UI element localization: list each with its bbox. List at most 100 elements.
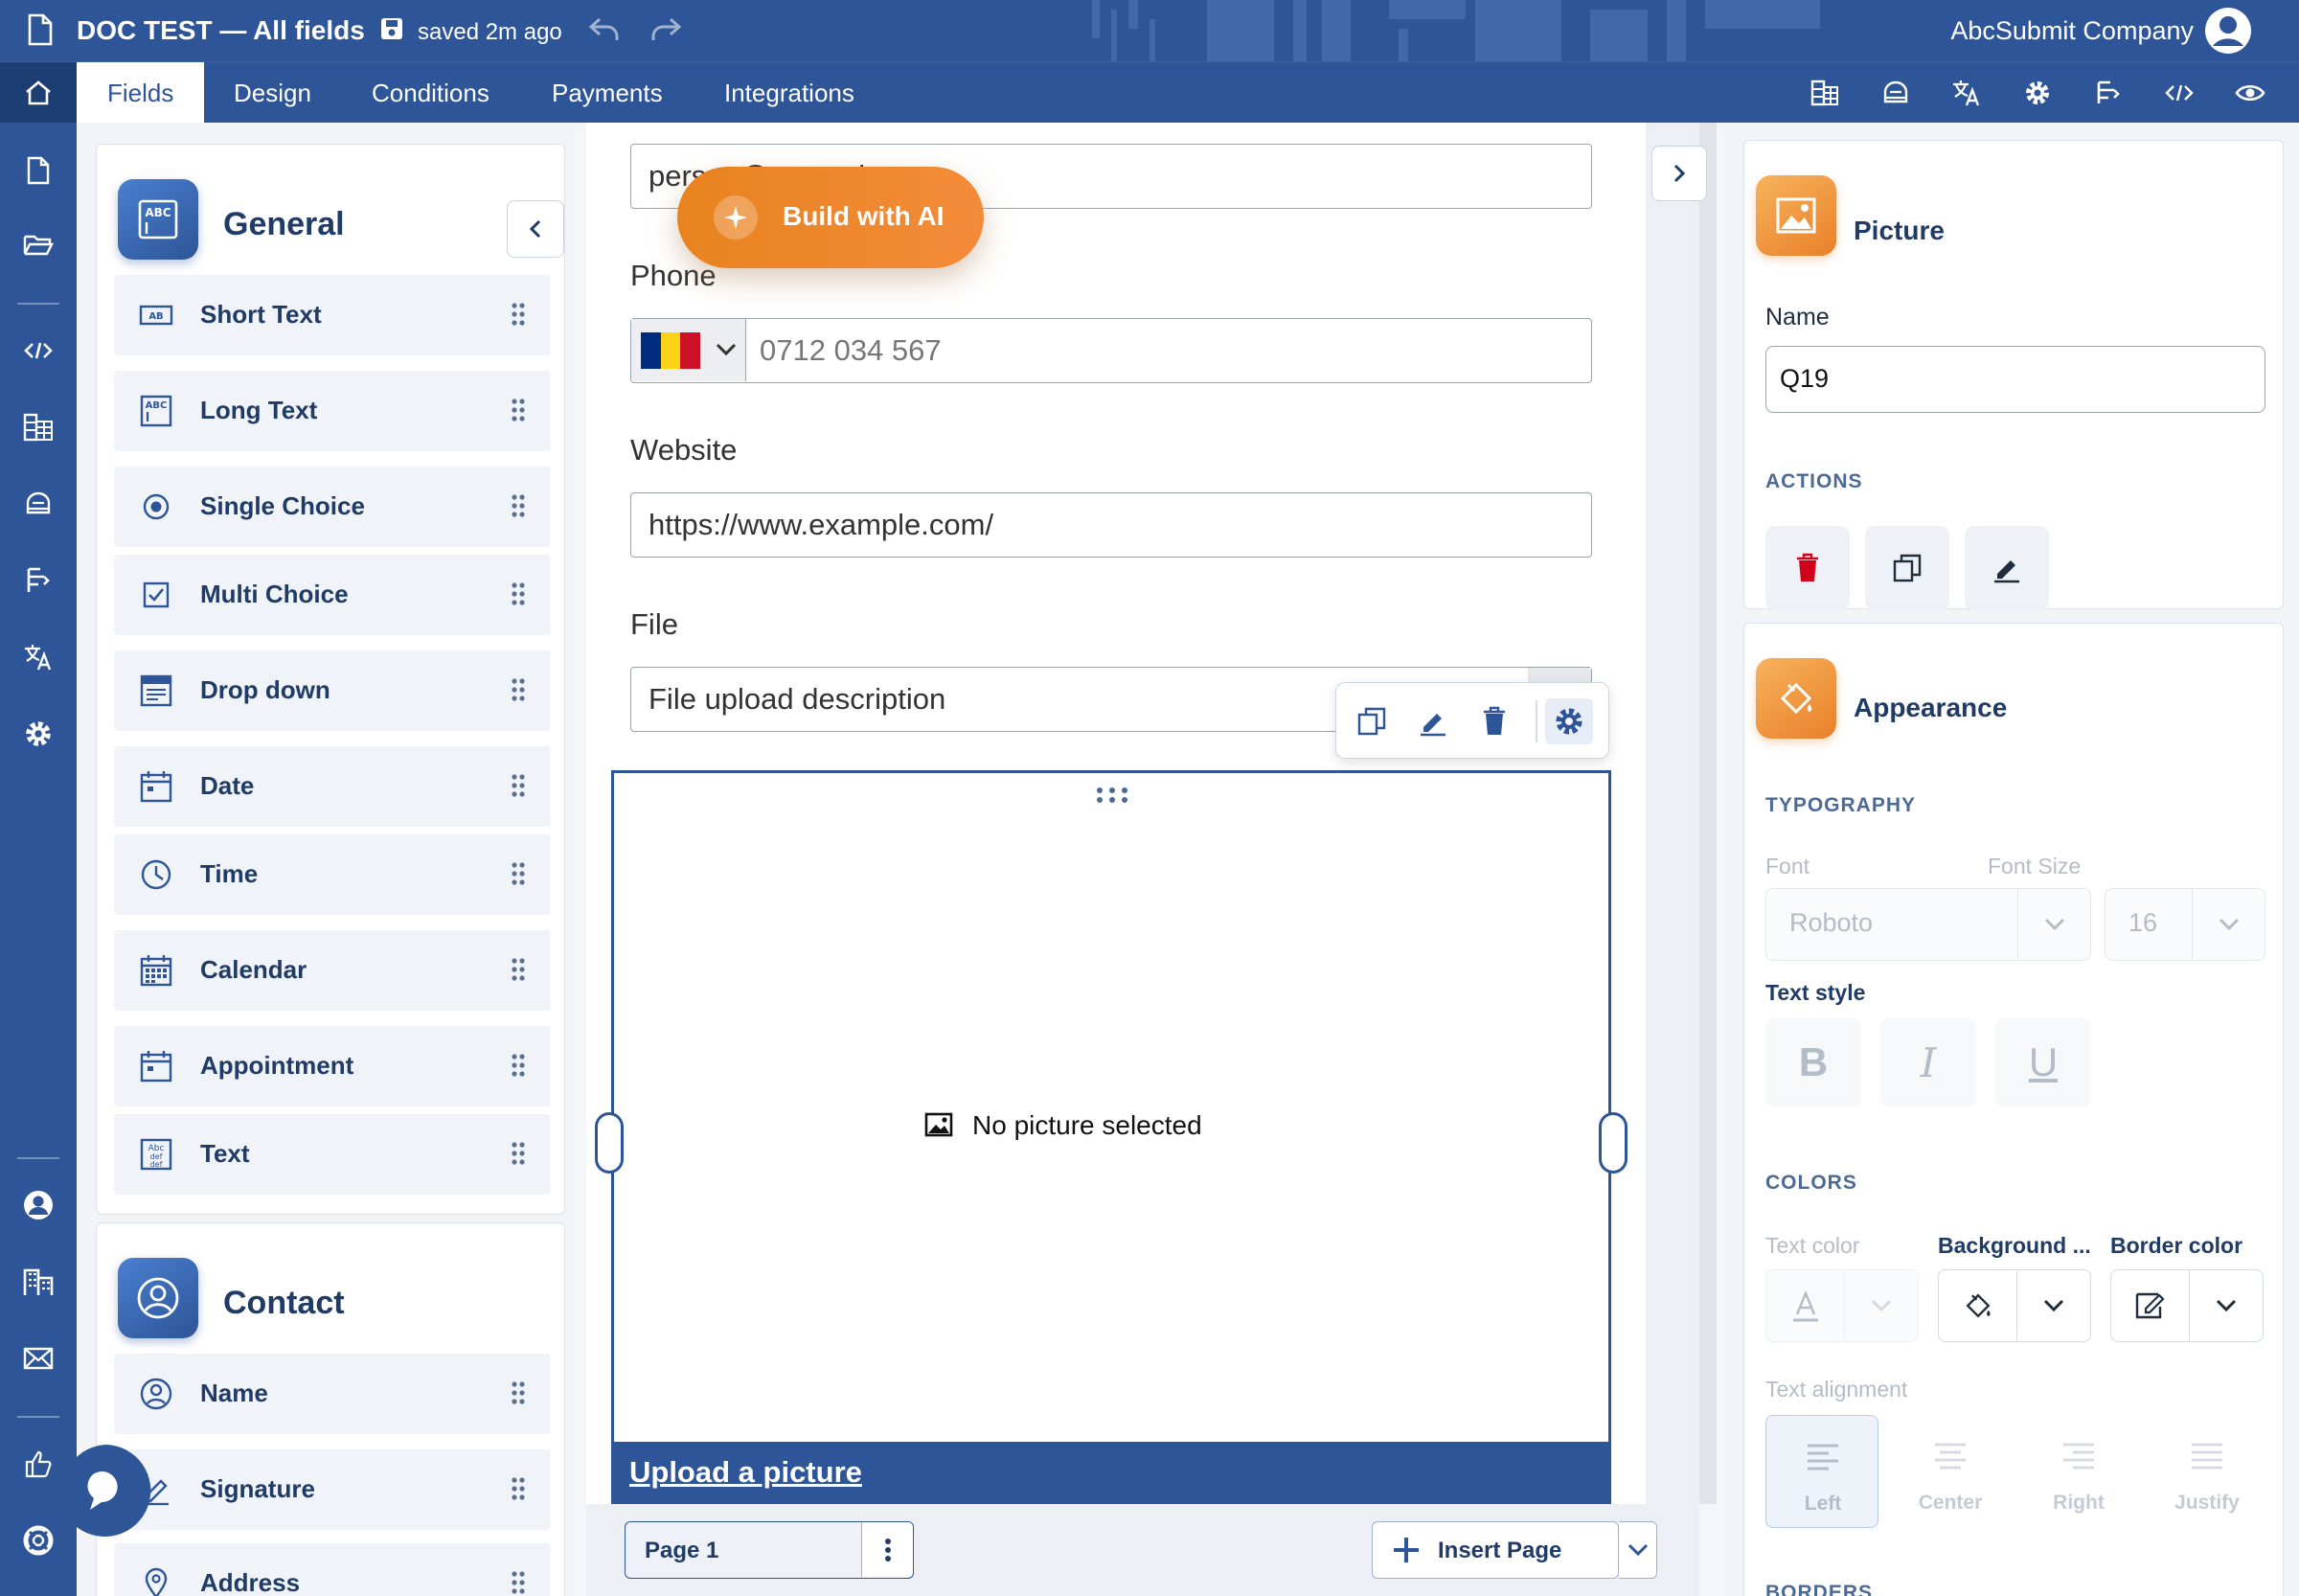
drag-handle-icon[interactable] xyxy=(511,398,526,427)
database-icon[interactable] xyxy=(1860,62,1931,124)
text-color-picker[interactable] xyxy=(1765,1269,1919,1342)
phone-field[interactable]: 0712 034 567 xyxy=(630,318,1592,383)
drag-handle-icon[interactable] xyxy=(511,1380,526,1410)
move-handle-icon[interactable] xyxy=(1095,787,1129,809)
document-title[interactable]: DOC TEST — All fields xyxy=(77,15,365,46)
table-icon[interactable] xyxy=(19,408,57,446)
drag-handle-icon[interactable] xyxy=(511,773,526,803)
undo-icon[interactable] xyxy=(588,15,621,49)
delete-element-button[interactable] xyxy=(1765,526,1850,610)
mail-icon[interactable] xyxy=(19,1339,57,1378)
drag-handle-icon[interactable] xyxy=(511,1053,526,1083)
drag-handle-icon[interactable] xyxy=(511,1476,526,1506)
colors-label: COLORS xyxy=(1765,1172,1857,1194)
resize-handle-left[interactable] xyxy=(595,1112,624,1174)
collapse-properties-button[interactable] xyxy=(1651,146,1707,201)
code-icon[interactable] xyxy=(2144,62,2215,124)
align-left-button[interactable]: Left xyxy=(1765,1415,1878,1528)
building-icon[interactable] xyxy=(19,1263,57,1301)
drag-handle-icon[interactable] xyxy=(511,677,526,707)
flow-icon[interactable] xyxy=(2073,62,2144,124)
save-icon[interactable] xyxy=(379,16,404,46)
duplicate-icon[interactable] xyxy=(1348,698,1396,744)
translate-icon[interactable] xyxy=(1931,62,2002,124)
field-item-long-text[interactable]: ABC Long Text xyxy=(114,371,551,451)
field-item-address[interactable]: Address xyxy=(114,1543,551,1596)
thumbs-up-icon[interactable] xyxy=(19,1445,57,1483)
chat-widget-button[interactable] xyxy=(57,1443,153,1556)
plus-icon xyxy=(1394,1538,1419,1562)
align-center-button[interactable]: Center xyxy=(1894,1415,2007,1528)
field-item-appointment[interactable]: Appointment xyxy=(114,1026,551,1106)
redo-icon[interactable] xyxy=(649,15,682,49)
drag-handle-icon[interactable] xyxy=(511,302,526,331)
field-item-time[interactable]: Time xyxy=(114,834,551,915)
more-vertical-icon[interactable] xyxy=(861,1522,913,1577)
align-right-button[interactable]: Right xyxy=(2022,1415,2135,1528)
border-color-picker[interactable] xyxy=(2110,1269,2264,1342)
company-name[interactable]: AbcSubmit Company xyxy=(1950,16,2194,46)
folder-open-icon[interactable] xyxy=(19,226,57,264)
field-item-calendar[interactable]: Calendar xyxy=(114,930,551,1011)
edit-element-button[interactable] xyxy=(1965,526,2049,610)
tab-integrations[interactable]: Integrations xyxy=(694,62,885,124)
code-icon[interactable] xyxy=(19,331,57,370)
bold-button[interactable]: B xyxy=(1765,1018,1861,1106)
align-justify-button[interactable]: Justify xyxy=(2151,1415,2264,1528)
database-icon[interactable] xyxy=(19,485,57,523)
settings-icon[interactable] xyxy=(2002,62,2073,124)
upload-picture-link[interactable]: Upload a picture xyxy=(629,1455,862,1490)
field-item-date[interactable]: Date xyxy=(114,746,551,827)
table-icon[interactable] xyxy=(1789,62,1860,124)
drag-handle-icon[interactable] xyxy=(511,493,526,523)
insert-page-dropdown[interactable] xyxy=(1619,1521,1657,1579)
website-field[interactable]: https://www.example.com/ xyxy=(630,492,1592,558)
flow-icon[interactable] xyxy=(19,561,57,600)
field-item-single-choice[interactable]: Single Choice xyxy=(114,467,551,547)
field-item-multi-choice[interactable]: Multi Choice xyxy=(114,555,551,635)
canvas-scrollbar[interactable] xyxy=(1699,123,1717,1504)
element-name-input[interactable]: Q19 xyxy=(1765,346,2265,413)
preview-eye-icon[interactable] xyxy=(2215,62,2286,124)
settings-icon[interactable] xyxy=(19,715,57,753)
drag-handle-icon[interactable] xyxy=(511,1570,526,1596)
tab-fields[interactable]: Fields xyxy=(77,62,205,124)
edit-icon[interactable] xyxy=(1409,698,1457,744)
drag-handle-icon[interactable] xyxy=(511,861,526,891)
tab-payments[interactable]: Payments xyxy=(521,62,694,124)
font-select[interactable]: Roboto xyxy=(1765,888,2091,961)
insert-page-button[interactable]: Insert Page xyxy=(1372,1521,1619,1579)
field-item-short-text[interactable]: AB Short Text xyxy=(114,275,551,355)
field-item-dropdown[interactable]: Drop down xyxy=(114,650,551,731)
user-icon[interactable] xyxy=(19,1186,57,1224)
underline-button[interactable]: U xyxy=(1995,1018,2091,1106)
drag-handle-icon[interactable] xyxy=(511,1141,526,1171)
duplicate-element-button[interactable] xyxy=(1865,526,1949,610)
tab-conditions[interactable]: Conditions xyxy=(341,62,520,124)
element-settings-icon[interactable] xyxy=(1545,698,1593,744)
country-selector[interactable] xyxy=(631,319,746,381)
build-with-ai-button[interactable]: Build with AI xyxy=(677,167,984,268)
italic-button[interactable]: I xyxy=(1880,1018,1976,1106)
field-item-label: Signature xyxy=(200,1474,315,1503)
font-size-select[interactable]: 16 xyxy=(2105,888,2265,961)
user-account-icon[interactable] xyxy=(2203,6,2253,60)
background-color-picker[interactable] xyxy=(1938,1269,2091,1342)
picture-field[interactable]: No picture selected Upload a picture xyxy=(595,770,1628,1508)
drag-handle-icon[interactable] xyxy=(511,581,526,611)
tab-design[interactable]: Design xyxy=(203,62,342,124)
file-icon[interactable] xyxy=(19,151,57,190)
file-label: File xyxy=(630,607,678,641)
field-item-text[interactable]: Abc def def Text xyxy=(114,1114,551,1195)
home-button[interactable] xyxy=(0,62,77,124)
field-item-signature[interactable]: Signature xyxy=(114,1449,551,1530)
delete-icon[interactable] xyxy=(1470,698,1518,744)
translate-icon[interactable] xyxy=(19,638,57,676)
field-item-name[interactable]: Name xyxy=(114,1354,551,1434)
contact-section-icon xyxy=(118,1258,198,1338)
collapse-panel-button[interactable] xyxy=(507,200,564,258)
resize-handle-right[interactable] xyxy=(1599,1112,1628,1174)
drag-handle-icon[interactable] xyxy=(511,957,526,987)
page-tab[interactable]: Page 1 xyxy=(625,1521,914,1579)
support-icon[interactable] xyxy=(19,1521,57,1560)
